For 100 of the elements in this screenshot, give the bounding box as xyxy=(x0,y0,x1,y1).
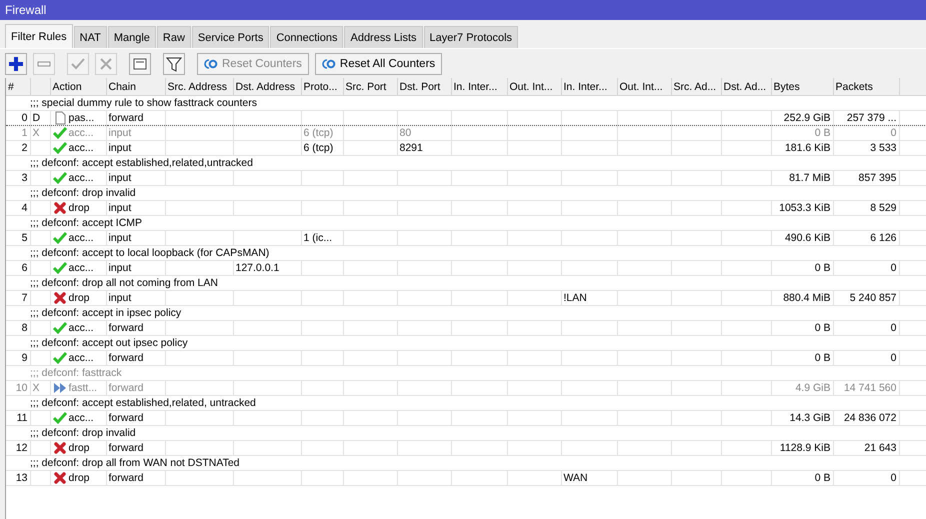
table-cell: forward xyxy=(106,410,165,426)
row-number[interactable]: 13 xyxy=(6,470,30,486)
table-cell: 0 xyxy=(833,320,899,336)
table-cell: 490.6 KiB xyxy=(771,230,833,246)
column-header[interactable]: Chain xyxy=(106,78,165,96)
action-text: acc... xyxy=(68,172,94,184)
table-cell[interactable]: acc... xyxy=(50,140,106,156)
table-cell[interactable]: drop xyxy=(50,290,106,306)
add-button[interactable] xyxy=(5,53,27,75)
column-header[interactable]: Packets xyxy=(833,78,899,96)
column-header[interactable]: Dst. Port xyxy=(397,78,451,96)
column-header[interactable]: Bytes xyxy=(771,78,833,96)
plus-icon xyxy=(8,56,24,72)
action-text: drop xyxy=(68,202,90,214)
table-cell[interactable]: acc... xyxy=(50,230,106,246)
action-text: drop xyxy=(68,442,90,454)
table-cell: 880.4 MiB xyxy=(771,290,833,306)
reset-button[interactable]: Reset All Counters xyxy=(314,53,442,75)
table-cell: input xyxy=(106,126,165,140)
table-cell: 0 B xyxy=(771,260,833,276)
table-cell[interactable]: drop xyxy=(50,200,106,216)
row-number[interactable]: 3 xyxy=(6,170,30,186)
table-cell: 0 B xyxy=(771,350,833,366)
column-header[interactable]: Dst. Address xyxy=(233,78,301,96)
comment-text: ;;; defconf: accept in ipsec policy xyxy=(6,306,926,320)
table-cell: input xyxy=(106,200,165,216)
column-header[interactable]: In. Inter... xyxy=(561,78,617,96)
tab[interactable]: Layer7 Protocols xyxy=(424,26,518,48)
table-cell: 14.3 GiB xyxy=(771,410,833,426)
table-cell: 0 xyxy=(833,470,899,486)
table-cell: 3 533 xyxy=(833,140,899,156)
action-text: acc... xyxy=(68,352,94,364)
column-header[interactable]: Dst. Ad... xyxy=(721,78,771,96)
column-header[interactable]: Proto... xyxy=(301,78,343,96)
column-header[interactable]: Src. Address xyxy=(165,78,233,96)
column-header[interactable]: Src. Ad... xyxy=(671,78,721,96)
row-number[interactable]: 7 xyxy=(6,290,30,306)
flag-text: D xyxy=(30,110,50,126)
table-cell[interactable]: acc... xyxy=(50,410,106,426)
table-cell: 257 379 ... xyxy=(833,110,899,126)
table-cell: 21 643 xyxy=(833,440,899,456)
table-cell: 4.9 GiB xyxy=(771,380,833,396)
table-cell: 0 B xyxy=(771,320,833,336)
table-cell: 6 (tcp) xyxy=(301,140,343,156)
column-header[interactable]: # xyxy=(6,78,30,96)
row-number[interactable]: 2 xyxy=(6,140,30,156)
row-number[interactable]: 6 xyxy=(6,260,30,276)
tab[interactable]: Connections xyxy=(270,26,344,48)
tab[interactable]: Raw xyxy=(156,26,191,48)
table-cell: 1053.3 KiB xyxy=(771,200,833,216)
note-icon xyxy=(132,56,148,72)
table-cell: 0 xyxy=(833,350,899,366)
comment-text: ;;; defconf: drop invalid xyxy=(6,186,926,200)
column-header[interactable]: Out. Int... xyxy=(507,78,561,96)
table-cell: input xyxy=(106,140,165,156)
table-cell[interactable]: pas... xyxy=(50,110,106,126)
table-cell: 0 xyxy=(833,260,899,276)
check-icon xyxy=(70,56,86,72)
comment-text: ;;; defconf: drop invalid xyxy=(6,426,926,440)
table-cell[interactable]: acc... xyxy=(50,260,106,276)
row-number[interactable]: 8 xyxy=(6,320,30,336)
tab[interactable]: Filter Rules xyxy=(5,24,73,48)
column-header[interactable]: Out. Int... xyxy=(617,78,671,96)
row-number[interactable]: 0 xyxy=(6,110,30,126)
table-cell: forward xyxy=(106,110,165,126)
action-text: pas... xyxy=(68,112,94,124)
table-cell: 14 741 560 xyxy=(833,380,899,396)
table-cell[interactable]: drop xyxy=(50,470,106,486)
table-cell: 1 (ic... xyxy=(301,230,343,246)
action-text: acc... xyxy=(68,232,94,244)
row-number[interactable]: 12 xyxy=(6,440,30,456)
cross-icon xyxy=(98,56,114,72)
comment-text: ;;; defconf: accept to local loopback (for CAPsMAN) xyxy=(6,246,926,260)
row-number[interactable]: 4 xyxy=(6,200,30,216)
comment-text: ;;; defconf: drop all not coming from LAN xyxy=(6,276,926,290)
action-text: fastt... xyxy=(68,382,98,394)
comment-text: ;;; defconf: accept established,related, untracked xyxy=(6,396,926,410)
tab[interactable]: Address Lists xyxy=(344,26,423,48)
table-cell: input xyxy=(106,260,165,276)
table-cell: 181.6 KiB xyxy=(771,140,833,156)
row-number[interactable]: 5 xyxy=(6,230,30,246)
table-cell[interactable]: acc... xyxy=(50,320,106,336)
row-number[interactable]: 11 xyxy=(6,410,30,426)
table-cell: 857 395 xyxy=(833,170,899,186)
row-number[interactable]: 9 xyxy=(6,350,30,366)
table-cell[interactable]: acc... xyxy=(50,170,106,186)
tab[interactable]: Service Ports xyxy=(192,26,270,48)
table-cell: 8291 xyxy=(397,140,451,156)
filter-button[interactable] xyxy=(163,53,185,75)
table-cell[interactable]: drop xyxy=(50,440,106,456)
tab[interactable]: NAT xyxy=(74,26,107,48)
comment-text: ;;; defconf: drop all from WAN not DSTNATed xyxy=(6,456,926,470)
column-header[interactable]: Action xyxy=(50,78,106,96)
comment-button[interactable] xyxy=(129,53,151,75)
table-cell: 0 B xyxy=(771,470,833,486)
column-header[interactable]: Src. Port xyxy=(343,78,397,96)
table-cell[interactable]: acc... xyxy=(50,350,106,366)
column-header[interactable]: In. Inter... xyxy=(451,78,507,96)
tab[interactable]: Mangle xyxy=(108,26,156,48)
table-cell: forward xyxy=(106,440,165,456)
